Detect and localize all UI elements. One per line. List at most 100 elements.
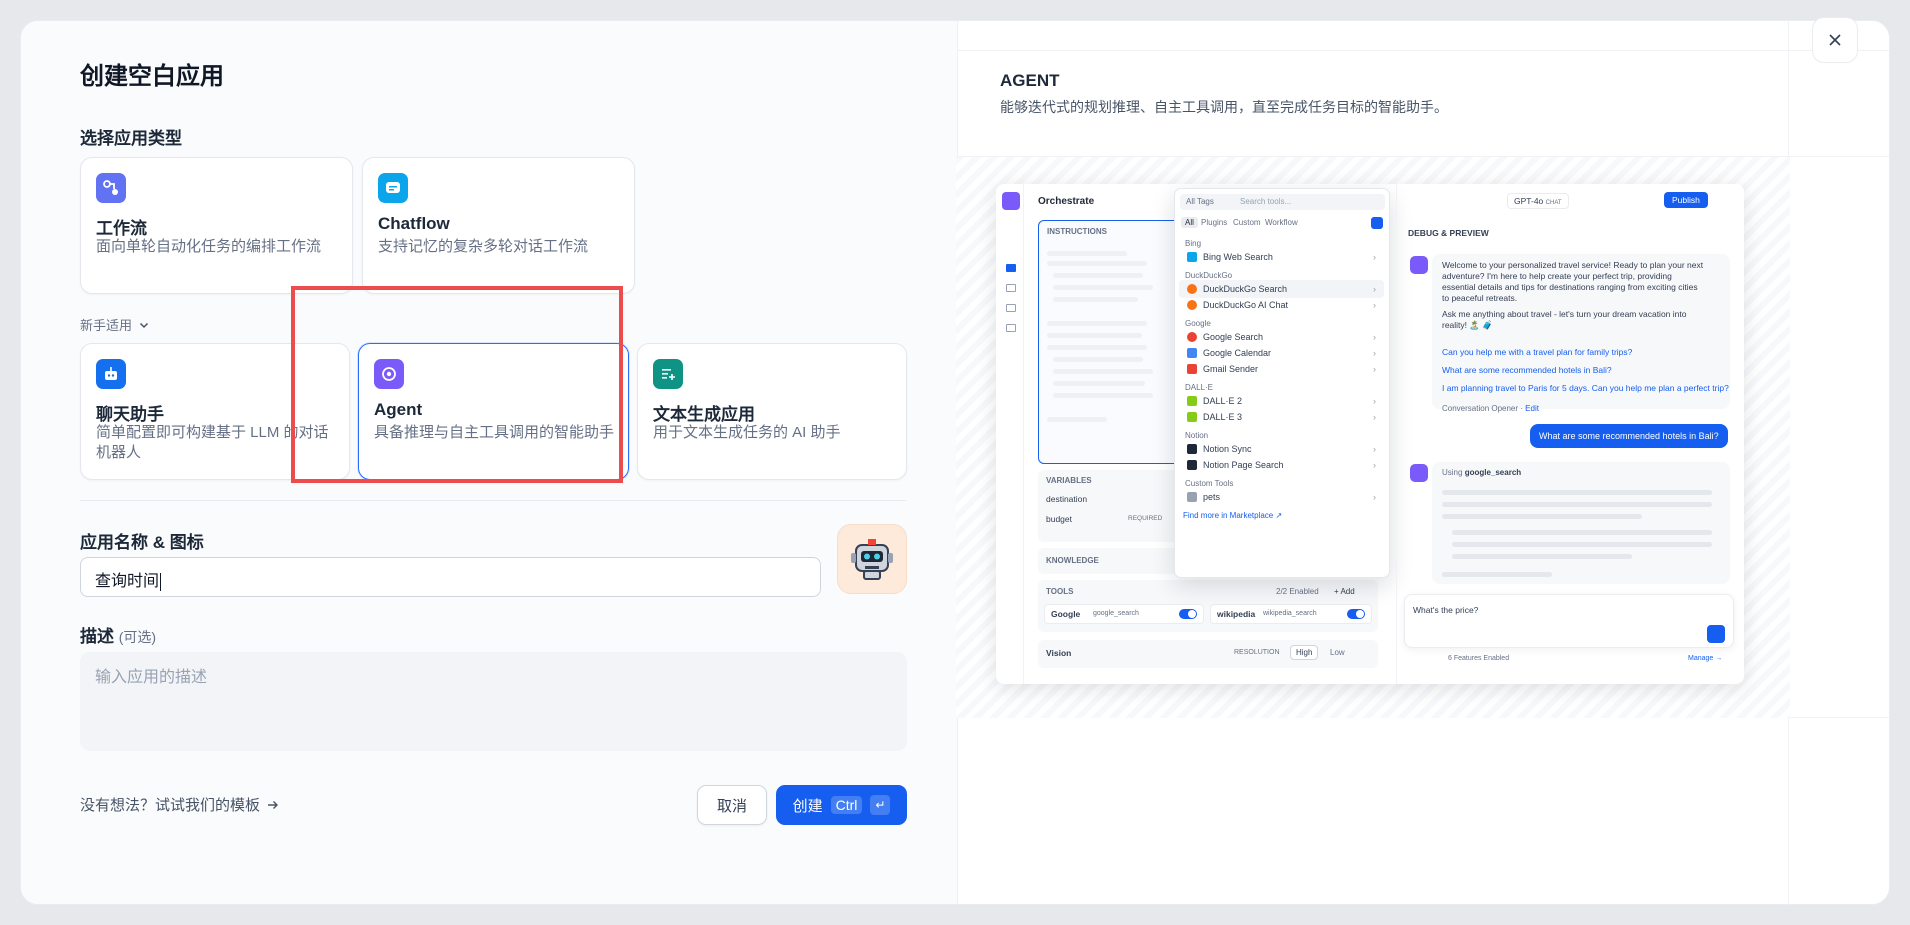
skeleton-line	[1047, 251, 1127, 256]
app-icon-picker[interactable]	[837, 524, 907, 594]
name-icon-label: 应用名称 & 图标	[80, 533, 204, 552]
duckduckgo-icon	[1187, 300, 1197, 310]
skeleton-line	[1442, 572, 1552, 577]
tool-item-label: Notion Page Search	[1203, 460, 1284, 470]
rail-icon	[1006, 264, 1016, 272]
preview-desc: 能够迭代式的规划推理、自主工具调用，直至完成任务目标的智能助手。	[1000, 99, 1448, 115]
model-selector: GPT-4o CHAT	[1507, 193, 1569, 209]
bing-icon	[1187, 252, 1197, 262]
desc-label-row: 描述 (可选)	[80, 622, 156, 647]
skeleton-line	[1053, 285, 1153, 290]
skeleton-line	[1053, 393, 1153, 398]
add-tool-plus-icon	[1371, 217, 1383, 229]
template-link[interactable]: 没有想法？试试我们的模板	[80, 794, 280, 815]
tool-wiki-name: wikipedia	[1217, 609, 1256, 619]
required-tag: REQUIRED	[1128, 515, 1163, 522]
google-calendar-icon	[1187, 348, 1197, 358]
tool-item-label: Google Search	[1203, 332, 1264, 342]
type-section-label: 选择应用类型	[80, 129, 182, 148]
dalle-icon	[1187, 396, 1197, 406]
opener-edit: Edit	[1525, 404, 1539, 413]
pane-divider	[1396, 184, 1397, 684]
tool-item: Bing Web Search ›	[1179, 248, 1384, 266]
vision-section: Vision RESOLUTION High Low	[1038, 640, 1378, 668]
skeleton-line	[1452, 542, 1712, 547]
tool-item-label: Notion Sync	[1203, 444, 1252, 454]
section-divider	[80, 500, 906, 501]
tool-google-name: Google	[1051, 609, 1081, 619]
group-label: Notion	[1185, 431, 1209, 440]
app-type-card-text-generator[interactable]: 文本生成应用 用于文本生成任务的 AI 助手	[637, 343, 907, 480]
desc-optional: (可选)	[118, 629, 157, 645]
agent-preview-screenshot: Orchestrate INSTRUCTIONS VARIABLES desti…	[996, 184, 1744, 684]
notion-icon	[1187, 460, 1197, 470]
using-label: Using	[1442, 468, 1463, 477]
tools-section: TOOLS 2/2 Enabled + Add Google google_se…	[1038, 580, 1378, 632]
app-name-input[interactable]: 查询时间	[80, 557, 821, 597]
welcome-line: adventure? I'm here to help create your …	[1442, 271, 1672, 281]
group-label: Custom Tools	[1185, 479, 1234, 488]
chat-input: What's the price?	[1404, 594, 1734, 648]
tool-google: Google google_search	[1044, 604, 1204, 624]
beginner-label: 新手适用	[80, 318, 133, 333]
group-label: DuckDuckGo	[1185, 271, 1233, 280]
tool-toggle	[1179, 609, 1197, 619]
using-tool-name: google_search	[1464, 468, 1522, 477]
filter-plugins: Plugins	[1201, 218, 1228, 227]
preview-title: AGENT	[1000, 71, 1060, 90]
text-generator-icon	[653, 359, 683, 389]
search-tools-placeholder: Search tools...	[1240, 197, 1292, 206]
create-button[interactable]: 创建 Ctrl ↵	[776, 785, 907, 825]
all-tags-filter: All Tags	[1186, 197, 1214, 206]
arrow-right-icon	[268, 800, 279, 809]
chevron-down-icon	[139, 322, 149, 328]
dalle-icon	[1187, 412, 1197, 422]
app-description-input[interactable]: 输入应用的描述	[80, 652, 907, 751]
chatflow-icon	[378, 173, 408, 203]
tools-dropdown: All Tags Search tools... All Plugins Cus…	[1174, 188, 1390, 578]
skeleton-line	[1053, 381, 1145, 386]
skeleton-line	[1047, 333, 1142, 338]
debug-preview-label: DEBUG & PREVIEW	[1408, 228, 1489, 238]
skeleton-line	[1053, 369, 1153, 374]
app-type-card-workflow[interactable]: 工作流 面向单轮自动化任务的编排工作流	[80, 157, 353, 294]
tool-item-label: DALL·E 2	[1203, 396, 1243, 406]
skeleton-line	[1053, 297, 1138, 302]
agent-avatar-icon	[1410, 256, 1428, 274]
skeleton-line	[1442, 502, 1712, 507]
skeleton-line	[1047, 321, 1147, 326]
card-desc: 用于文本生成任务的 AI 助手	[653, 424, 841, 441]
grid-line	[957, 50, 1889, 51]
marketplace-link: Find more in Marketplace ↗	[1183, 511, 1283, 520]
using-tool-indicator: Using google_search	[1442, 468, 1521, 477]
tool-item-label: pets	[1203, 492, 1221, 502]
add-tool-button: + Add	[1334, 587, 1355, 596]
opener-label: Conversation Opener	[1442, 404, 1519, 413]
app-type-card-chatflow[interactable]: Chatflow 支持记忆的复杂多轮对话工作流	[362, 157, 635, 294]
orchestrate-title: Orchestrate	[1038, 196, 1095, 207]
cancel-button[interactable]: 取消	[697, 785, 767, 825]
tool-item-label: DuckDuckGo Search	[1203, 284, 1288, 294]
chatbot-icon	[96, 359, 126, 389]
close-button[interactable]	[1812, 17, 1858, 63]
workflow-icon	[96, 173, 126, 203]
welcome-line: reality! 🏝️ 🧳	[1442, 320, 1493, 330]
tool-wiki-id: wikipedia_search	[1263, 610, 1317, 617]
tools-enabled: 2/2 Enabled	[1276, 587, 1319, 596]
tool-toggle	[1347, 609, 1365, 619]
variables-label: VARIABLES	[1046, 476, 1092, 485]
create-label: 创建	[792, 797, 823, 815]
group-label: Bing	[1185, 239, 1202, 248]
notion-icon	[1187, 444, 1197, 454]
manage-link: Manage →	[1688, 655, 1723, 662]
welcome-line: to peaceful retreats.	[1442, 293, 1518, 303]
knowledge-label: KNOWLEDGE	[1046, 556, 1099, 565]
skeleton-line	[1047, 345, 1147, 350]
beginner-toggle[interactable]: 新手适用	[80, 315, 150, 334]
text-caret	[160, 572, 162, 591]
tools-search-bar: All Tags Search tools...	[1180, 194, 1385, 210]
welcome-line: Welcome to your personalized travel serv…	[1442, 260, 1704, 270]
skeleton-line	[1053, 357, 1143, 362]
publish-button: Publish	[1664, 192, 1708, 208]
skeleton-line	[1053, 273, 1143, 278]
